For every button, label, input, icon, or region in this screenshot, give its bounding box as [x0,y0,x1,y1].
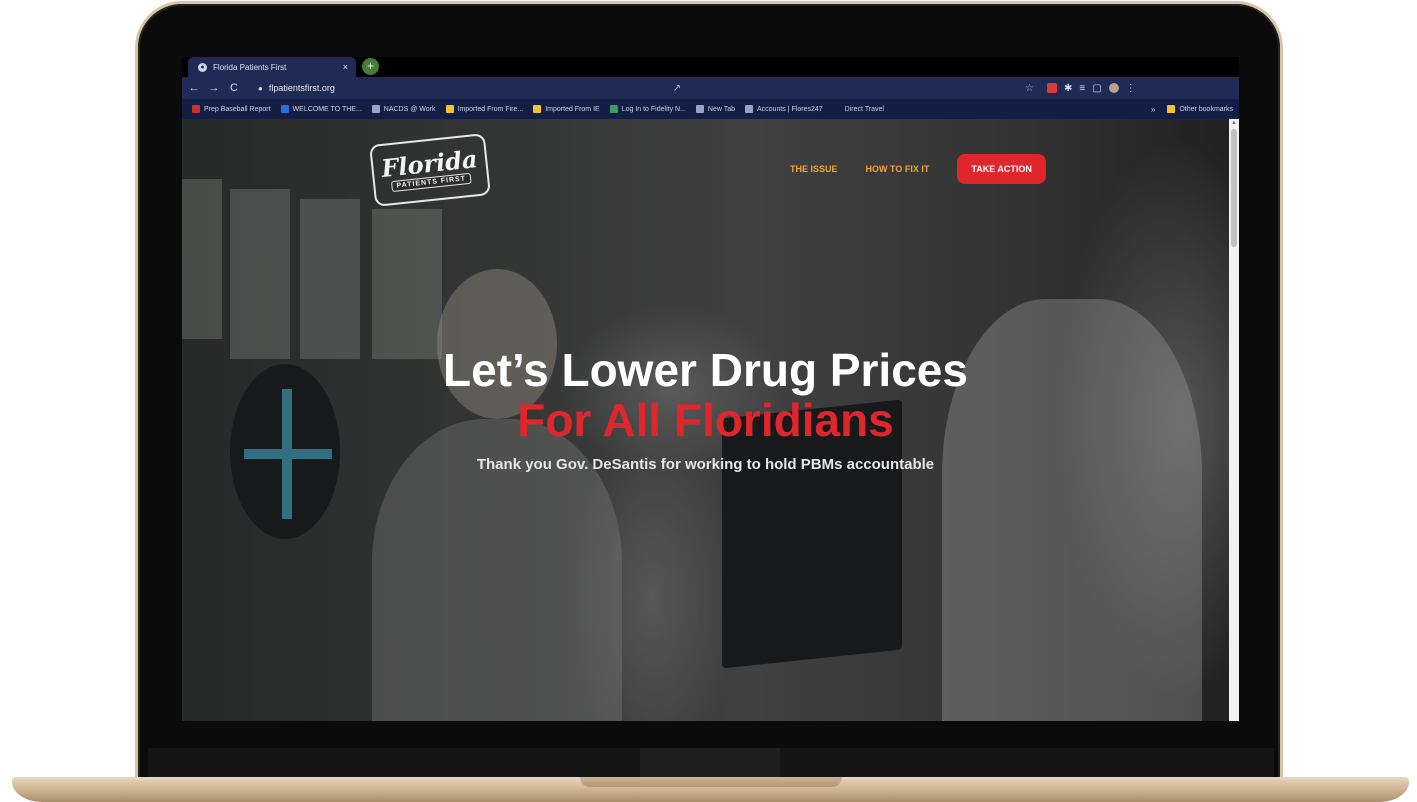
bookmark-star-icon[interactable]: ☆ [1025,83,1034,94]
avatar[interactable] [1108,83,1119,93]
extension-icon[interactable] [1047,83,1057,93]
bookmark-label: Direct Travel [844,105,884,113]
hero-subheadline: For All Floridians [517,394,894,446]
nav-the-issue[interactable]: THE ISSUE [790,164,838,174]
bookmark-item[interactable]: Accounts | Flores247 [745,105,823,113]
back-icon[interactable]: ← [186,82,202,94]
other-bookmarks[interactable]: Other bookmarks [1167,105,1233,113]
scrollbar-thumb[interactable] [1231,129,1237,247]
bookmark-favicon-icon [192,105,200,113]
tab-close-icon[interactable]: × [343,62,348,72]
folder-icon [1167,105,1176,113]
bookmark-item[interactable]: Direct Travel [832,105,884,113]
bookmark-label: Prep Baseball Report [204,105,271,113]
bookmark-label: Log In to Fidelity N... [621,105,686,113]
bookmark-item[interactable]: Imported From IE [533,105,600,113]
website-page: Florida PATIENTS FIRST THE ISSUE HOW TO … [182,119,1229,721]
puzzle-icon[interactable]: ✱ [1064,83,1072,94]
browser-tab[interactable]: ● Florida Patients First × [188,57,356,77]
tab-title: Florida Patients First [213,62,287,72]
site-nav: THE ISSUE HOW TO FIX IT TAKE ACTION [790,154,1046,184]
reading-list-icon[interactable]: ≡ [1079,83,1085,94]
browser-toolbar: ← → C ● flpatientsfirst.org ↗ ☆ ✱ ≡ ▢ ⋮ [182,77,1239,99]
share-icon[interactable]: ↗ [673,83,681,94]
bookmark-item[interactable]: Imported From Fire... [445,105,524,113]
laptop-notch [580,777,842,787]
new-tab-button[interactable]: + [362,58,379,75]
hero: Let’s Lower Drug Prices For All Floridia… [182,344,1229,473]
take-action-button[interactable]: TAKE ACTION [957,154,1046,184]
bookmark-label: NACDS @ Work [383,105,436,113]
forward-icon[interactable]: → [206,82,222,94]
bookmark-favicon-icon [445,105,454,113]
bookmark-favicon-icon [280,105,289,113]
lock-icon: ● [258,83,263,93]
bookmark-item[interactable]: WELCOME TO THE... [280,105,362,113]
bookmark-item[interactable]: Log In to Fidelity N... [609,105,686,113]
scroll-up-icon[interactable]: ▲ [1231,120,1237,126]
hero-tagline: Thank you Gov. DeSantis for working to h… [476,456,935,473]
bookmark-favicon-icon [609,105,618,113]
nav-how-to-fix-it[interactable]: HOW TO FIX IT [866,164,930,174]
bookmark-item[interactable]: New Tab [695,105,736,113]
bookmark-favicon-icon [745,105,754,113]
bookmark-item[interactable]: Prep Baseball Report [192,105,271,113]
bookmark-label: Accounts | Flores247 [757,105,823,113]
bookmark-favicon-icon [533,105,542,113]
globe-icon: ● [198,62,207,72]
bookmark-item[interactable]: NACDS @ Work [371,105,436,113]
bookmark-favicon-icon [832,105,841,113]
reload-icon[interactable]: C [226,82,242,94]
bookmark-favicon-icon [695,105,704,113]
bookmark-label: Imported From IE [545,105,600,113]
bookmarks-right: » Other bookmarks [1151,105,1233,114]
laptop-screen: ● Florida Patients First × + ← → C ● flp… [182,57,1239,721]
bookmark-label: Imported From Fire... [457,105,524,113]
bookmark-favicon-icon [371,105,380,113]
other-bookmarks-label: Other bookmarks [1179,105,1233,113]
laptop-chin-highlight [640,748,780,777]
scrollbar[interactable]: ▲ [1229,119,1239,721]
menu-kebab-icon[interactable]: ⋮ [1126,83,1136,94]
bookmark-label: New Tab [707,105,736,113]
side-panel-icon[interactable]: ▢ [1092,83,1101,94]
url-text: flpatientsfirst.org [268,83,335,93]
bookmarks-overflow-icon[interactable]: » [1151,105,1155,114]
tab-strip: ● Florida Patients First × + [182,57,1239,77]
bookmark-label: WELCOME TO THE... [292,105,362,113]
hero-headline: Let’s Lower Drug Prices [443,344,968,396]
bookmarks-bar: Prep Baseball Report WELCOME TO THE... N… [182,99,1239,119]
site-logo[interactable]: Florida PATIENTS FIRST [369,133,491,207]
address-bar[interactable]: ● flpatientsfirst.org ↗ ☆ [250,80,1040,96]
